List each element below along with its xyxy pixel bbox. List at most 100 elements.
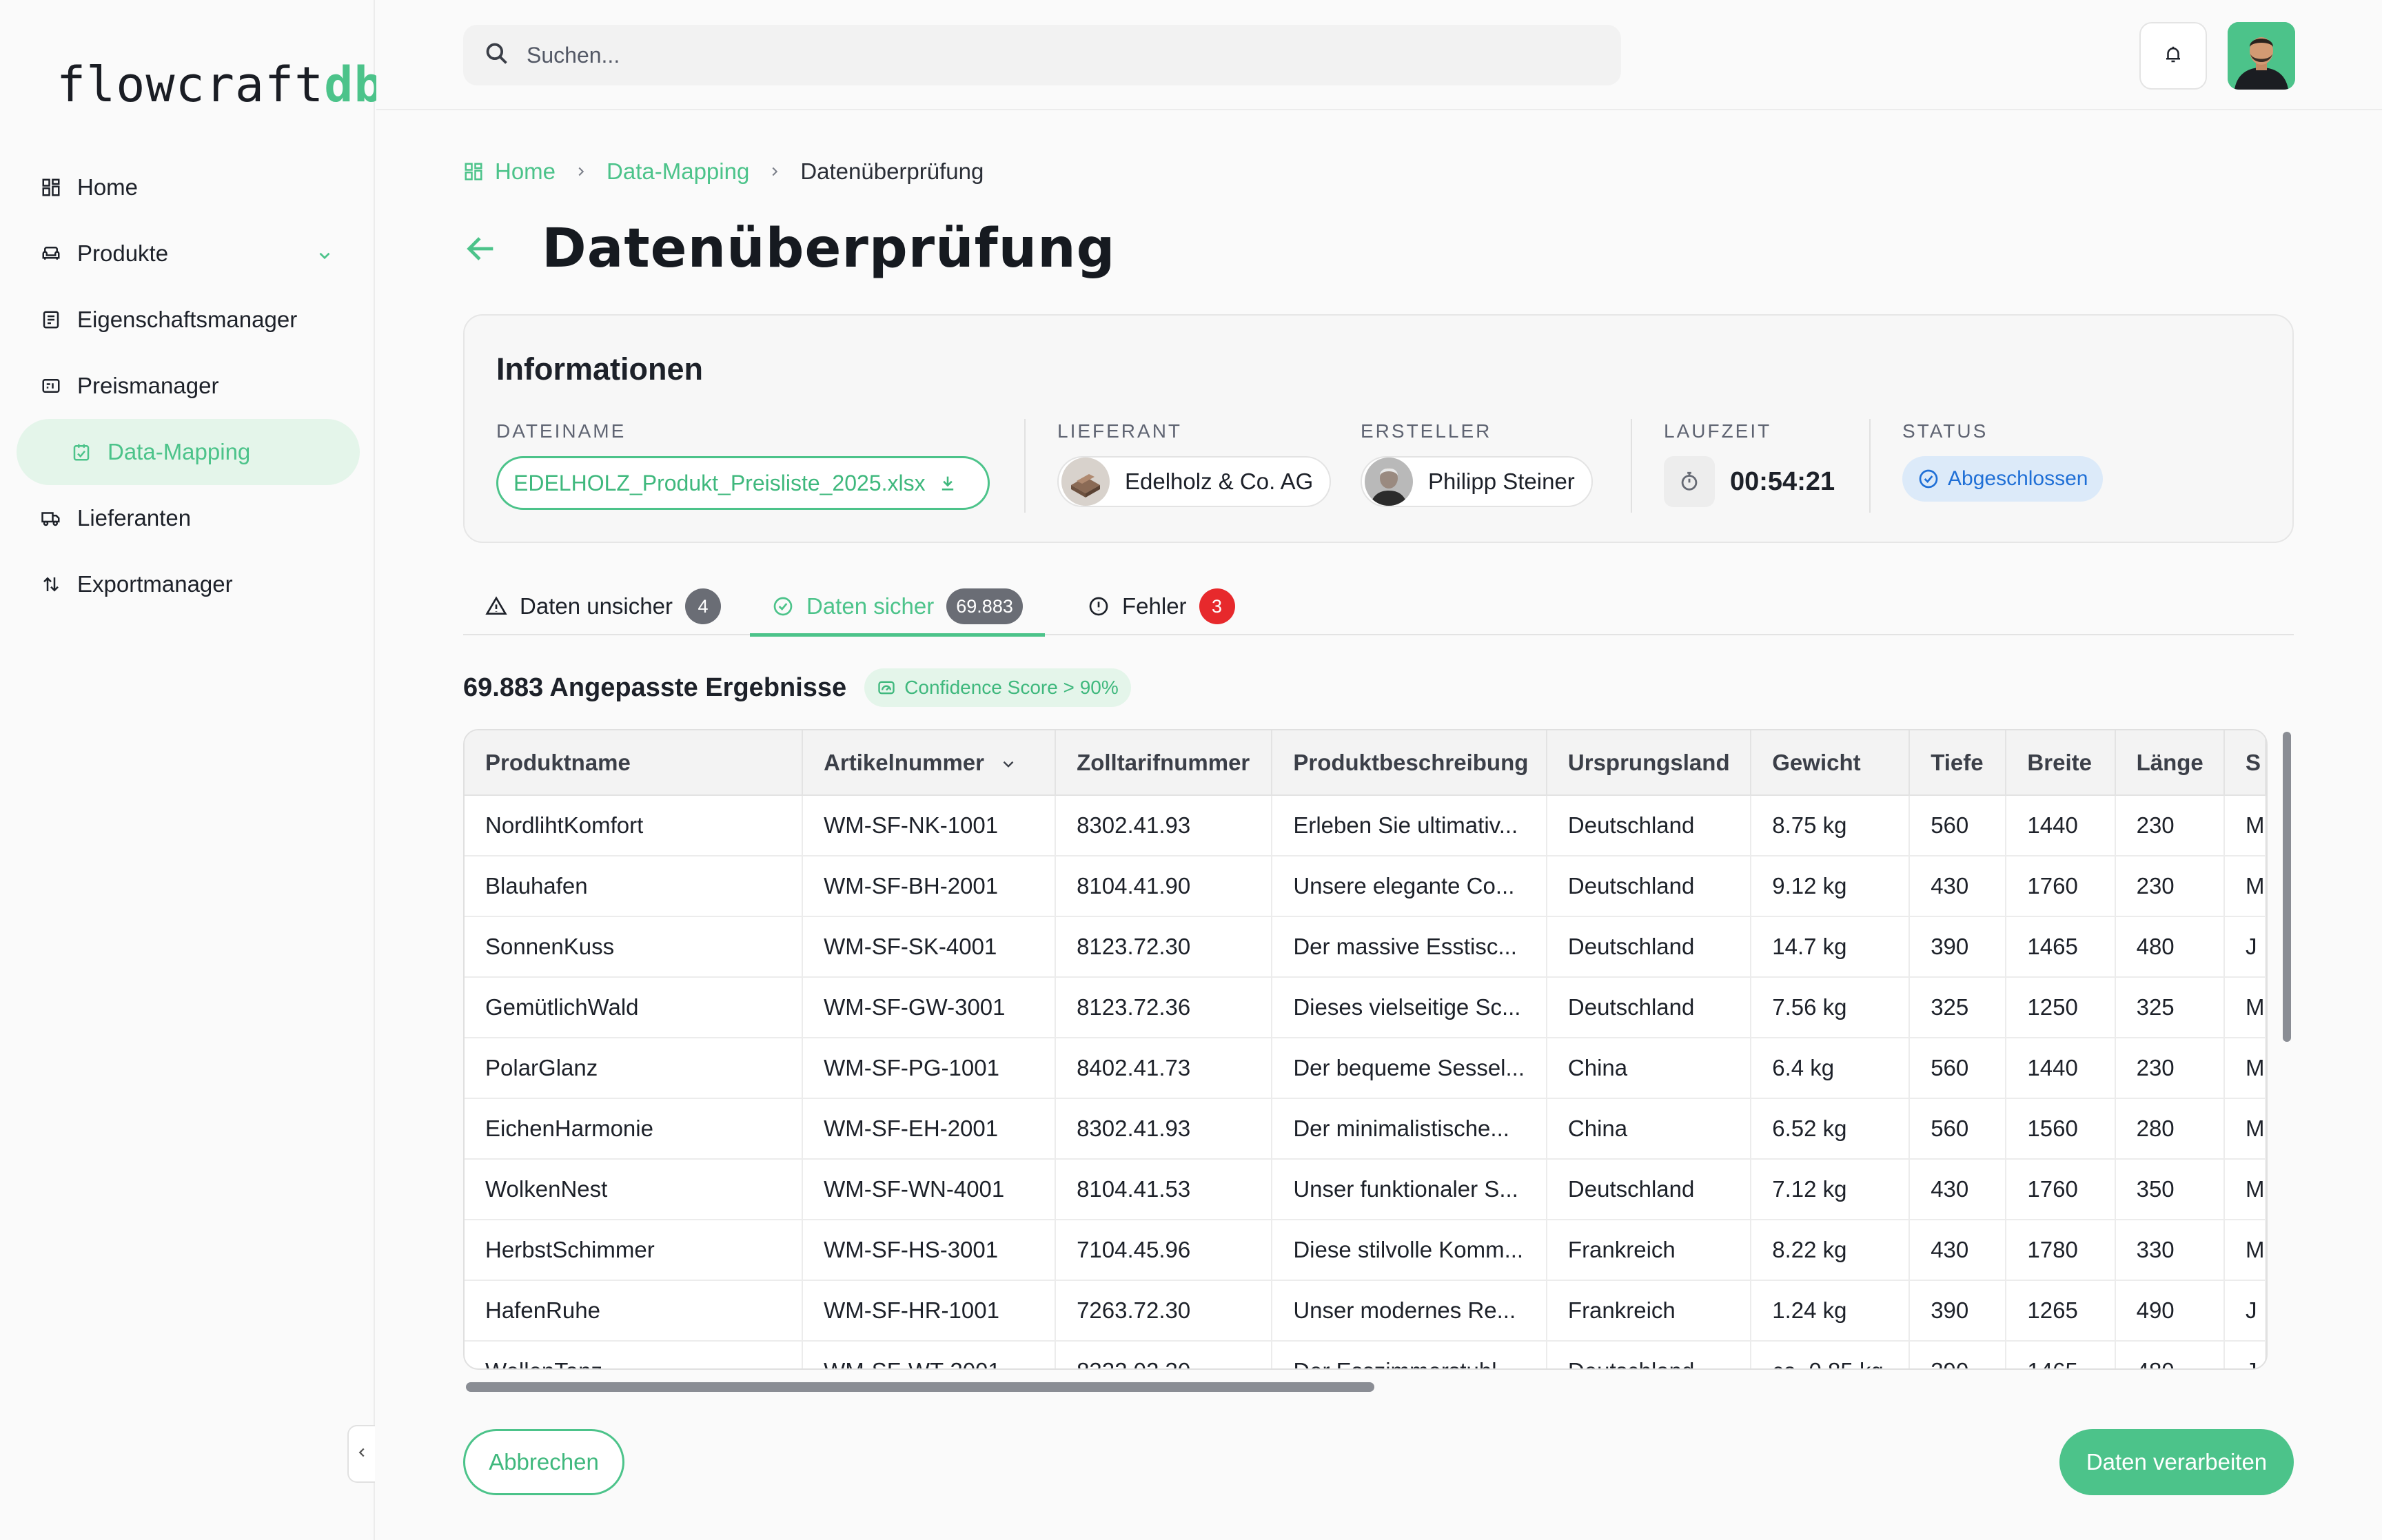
tab-fehler[interactable]: Fehler 3 xyxy=(1088,577,1235,635)
table-cell: WM-SF-SK-4001 xyxy=(802,916,1057,978)
tab-daten-unsicher[interactable]: Daten unsicher 4 xyxy=(485,577,721,635)
column-header[interactable]: Gewicht xyxy=(1751,730,1911,796)
column-header[interactable]: Tiefe xyxy=(1909,730,2007,796)
column-header[interactable]: Produktname xyxy=(465,730,804,796)
tab-count-badge: 69.883 xyxy=(946,588,1023,624)
table-cell: WolkenNest xyxy=(465,1159,804,1220)
warning-triangle-icon xyxy=(485,595,507,617)
home-grid-icon xyxy=(463,161,484,182)
table-row[interactable]: HerbstSchimmer WM-SF-HS-3001 7104.45.96 Die… xyxy=(465,1220,2266,1281)
table-cell: 560 xyxy=(1909,795,2007,856)
cancel-button[interactable]: Abbrechen xyxy=(463,1429,624,1495)
sort-chevron-icon[interactable] xyxy=(999,755,1017,773)
table-cell: 1465 xyxy=(2006,1341,2116,1368)
table-cell: M xyxy=(2223,1159,2266,1220)
tab-daten-sicher[interactable]: Daten sicher 69.883 xyxy=(750,577,1045,637)
table-row[interactable]: WellenTanzWM-SF-WT-20018322.02.30Der Ess… xyxy=(465,1341,2266,1368)
table-cell: Unser funktionaler S... xyxy=(1272,1159,1547,1220)
sidebar-item-label: Produkte xyxy=(77,240,169,266)
table-cell: WellenTanz xyxy=(465,1341,804,1368)
sidebar-nav: Home Produkte Eigenschaftsmanager Preism… xyxy=(17,154,360,617)
sidebar-item-home[interactable]: Home xyxy=(17,154,360,220)
info-circle-icon xyxy=(1088,595,1110,617)
table-cell: WM-SF-GW-3001 xyxy=(802,977,1057,1038)
sidebar-item-produkte[interactable]: Produkte xyxy=(17,220,360,287)
table-cell: 480 xyxy=(2115,916,2225,978)
horizontal-scrollbar[interactable] xyxy=(466,1382,1374,1392)
column-header[interactable]: Produktbeschreibung xyxy=(1272,730,1547,796)
supplier-chip[interactable]: Edelholz & Co. AG xyxy=(1057,456,1332,507)
table-cell: China xyxy=(1546,1098,1752,1160)
table-cell: 330 xyxy=(2115,1220,2225,1281)
column-header[interactable]: Länge xyxy=(2115,730,2225,796)
breadcrumb-current: Datenüberprüfung xyxy=(800,158,984,184)
table-cell: 8123.72.36 xyxy=(1055,977,1273,1038)
table-row[interactable]: WolkenNest WM-SF-WN-4001 8104.41.53 Unser f… xyxy=(465,1159,2266,1220)
download-file-button[interactable]: EDELHOLZ_Produkt_Preisliste_2025.xlsx xyxy=(496,456,990,510)
table-cell: M xyxy=(2223,977,2266,1038)
breadcrumb-data-mapping[interactable]: Data-Mapping xyxy=(607,158,749,185)
app-logo[interactable]: flowcraftdb xyxy=(57,57,384,113)
column-header[interactable]: S xyxy=(2223,730,2266,796)
table-row[interactable]: HafenRuhe WM-SF-HR-1001 7263.72.30 Unser mo… xyxy=(465,1280,2266,1342)
sidebar-item-data-mapping[interactable]: Data-Mapping xyxy=(17,419,360,485)
table-row[interactable]: EichenHarmonie WM-SF-EH-2001 8302.41.93 Der… xyxy=(465,1098,2266,1160)
creator-chip[interactable]: Philipp Steiner xyxy=(1361,456,1593,507)
column-header[interactable]: Ursprungsland xyxy=(1546,730,1752,796)
table-cell: WM-SF-BH-2001 xyxy=(802,856,1057,917)
search-input[interactable]: Suchen... xyxy=(463,25,1621,85)
table-cell: M xyxy=(2223,795,2266,856)
table-cell: 8104.41.90 xyxy=(1055,856,1273,917)
divider xyxy=(1024,419,1026,513)
column-header[interactable]: Breite xyxy=(2006,730,2116,796)
table-header-row: Produktname Artikelnummer Zolltarifnumme… xyxy=(465,730,2266,796)
table-row[interactable]: PolarGlanz WM-SF-PG-1001 8402.41.73 Der beq… xyxy=(465,1038,2266,1099)
notifications-button[interactable] xyxy=(2139,22,2207,90)
table-cell: Diese stilvolle Komm... xyxy=(1272,1220,1547,1281)
table-cell: Der bequeme Sessel... xyxy=(1272,1038,1547,1099)
chevron-down-icon[interactable] xyxy=(316,244,334,270)
info-heading: Informationen xyxy=(496,351,703,387)
check-circle-icon xyxy=(1917,468,1940,490)
table-row[interactable]: SonnenKuss WM-SF-SK-4001 8123.72.30 Der mas… xyxy=(465,916,2266,978)
page-title: Datenüberprüfung xyxy=(542,218,1116,280)
table-cell: Deutschland xyxy=(1546,856,1752,917)
column-header[interactable]: Zolltarifnummer xyxy=(1055,730,1273,796)
chevron-right-icon xyxy=(573,164,589,179)
sidebar-item-lieferanten[interactable]: Lieferanten xyxy=(17,485,360,551)
table-cell: Der massive Esstisc... xyxy=(1272,916,1547,978)
table-cell: 1560 xyxy=(2006,1098,2116,1160)
grid-icon xyxy=(39,175,63,200)
vertical-scrollbar[interactable] xyxy=(2283,732,2291,1042)
table-cell: HafenRuhe xyxy=(465,1280,804,1342)
creator-avatar xyxy=(1365,458,1413,506)
table-cell: 1465 xyxy=(2006,916,2116,978)
active-tab-indicator xyxy=(750,633,1045,637)
sidebar-item-exportmanager[interactable]: Exportmanager xyxy=(17,551,360,617)
creator-label: ERSTELLER xyxy=(1361,420,1492,442)
table-row[interactable]: Blauhafen WM-SF-BH-2001 8104.41.90 Unsere e… xyxy=(465,856,2266,917)
filename-label: DATEINAME xyxy=(496,420,627,442)
page-header: Datenüberprüfung xyxy=(463,218,1116,280)
user-avatar[interactable] xyxy=(2228,22,2295,90)
table-cell: 6.4 kg xyxy=(1751,1038,1911,1099)
collapse-sidebar-button[interactable] xyxy=(347,1425,375,1483)
table-cell: Der Esszimmerstuhl... xyxy=(1272,1341,1547,1368)
table-cell: HerbstSchimmer xyxy=(465,1220,804,1281)
table-row[interactable]: NordlihtKomfort WM-SF-NK-1001 8302.41.93 Er… xyxy=(465,795,2266,856)
sofa-icon xyxy=(39,241,63,266)
tab-label: Daten sicher xyxy=(806,593,935,619)
results-header: 69.883 Angepasste Ergebnisse Confidence … xyxy=(463,668,1131,707)
sidebar: flowcraftdb Home Produkte Eigenschaftsma… xyxy=(0,0,383,1540)
breadcrumb-home[interactable]: Home xyxy=(495,158,556,185)
sidebar-item-eigenschaftsmanager[interactable]: Eigenschaftsmanager xyxy=(17,287,360,353)
column-header-sortable[interactable]: Artikelnummer xyxy=(802,730,1057,796)
search-placeholder: Suchen... xyxy=(527,42,620,68)
sidebar-item-preismanager[interactable]: Preismanager xyxy=(17,353,360,419)
table-cell: 1440 xyxy=(2006,1038,2116,1099)
back-arrow-icon[interactable] xyxy=(463,231,499,267)
table-row[interactable]: GemütlichWald WM-SF-GW-3001 8123.72.36 Dies… xyxy=(465,977,2266,1038)
table-cell: 1250 xyxy=(2006,977,2116,1038)
process-data-button[interactable]: Daten verarbeiten xyxy=(2059,1429,2294,1495)
table-cell: 430 xyxy=(1909,1220,2007,1281)
